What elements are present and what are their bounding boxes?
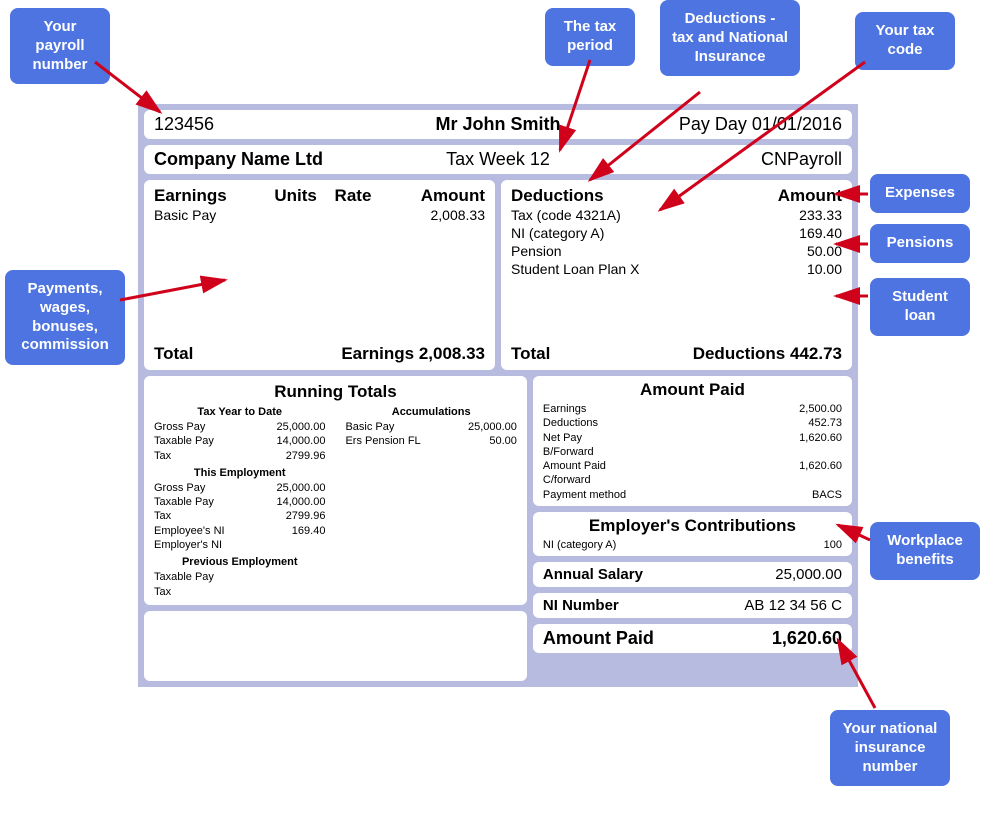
deductions-amount-heading: Amount: [778, 186, 842, 206]
amount-heading: Amount: [395, 186, 485, 206]
earnings-line-label: Basic Pay: [154, 207, 216, 223]
amount-paid-panel: Amount Paid Earnings2,500.00 Deductions4…: [533, 376, 852, 506]
employer-contrib-panel: Employer's Contributions NI (category A)…: [533, 512, 852, 556]
callout-tax-code: Your tax code: [855, 12, 955, 70]
employee-name: Mr John Smith: [436, 114, 561, 135]
callout-tax-period: The tax period: [545, 8, 635, 66]
deductions-total-label: Total: [511, 344, 550, 364]
payroll-software: CNPayroll: [761, 149, 842, 170]
employer-contrib-title: Employer's Contributions: [543, 516, 842, 536]
callout-deductions: Deductions - tax and National Insurance: [660, 0, 800, 76]
earnings-total-label: Total: [154, 344, 193, 364]
callout-pensions: Pensions: [870, 224, 970, 263]
deductions-total-value: Deductions 442.73: [693, 344, 842, 364]
ni-number-row: NI NumberAB 12 34 56 C: [533, 593, 852, 618]
pay-day: Pay Day 01/01/2016: [679, 114, 842, 135]
final-amount-paid-row: Amount Paid1,620.60: [533, 624, 852, 653]
rate-heading: Rate: [335, 186, 395, 206]
payroll-number: 123456: [154, 114, 214, 135]
running-totals-panel: Running Totals Tax Year to Date Gross Pa…: [144, 376, 527, 605]
callout-payroll-number: Your payroll number: [10, 8, 110, 84]
units-heading: Units: [274, 186, 334, 206]
earnings-panel: Earnings Units Rate Amount Basic Pay 2,0…: [144, 180, 495, 370]
deduction-line-ni: NI (category A)169.40: [511, 224, 842, 242]
annual-salary-row: Annual Salary25,000.00: [533, 562, 852, 587]
callout-payments: Payments, wages, bonuses, commission: [5, 270, 125, 365]
callout-expenses: Expenses: [870, 174, 970, 213]
deduction-line-student-loan: Student Loan Plan X10.00: [511, 260, 842, 278]
earnings-line: Basic Pay 2,008.33: [154, 206, 485, 224]
deductions-heading: Deductions: [511, 186, 604, 206]
ytd-title: Tax Year to Date: [154, 406, 325, 418]
earnings-line-amount: 2,008.33: [431, 207, 486, 223]
prev-emp-title: Previous Employment: [154, 556, 325, 568]
deductions-panel: Deductions Amount Tax (code 4321A)233.33…: [501, 180, 852, 370]
header-row-2: Company Name Ltd Tax Week 12 CNPayroll: [144, 145, 852, 174]
callout-ni-number: Your national insurance number: [830, 710, 950, 786]
accum-title: Accumulations: [345, 406, 516, 418]
tax-week: Tax Week 12: [446, 149, 550, 170]
running-totals-title: Running Totals: [154, 382, 517, 402]
deduction-line-pension: Pension50.00: [511, 242, 842, 260]
header-row-1: 123456 Mr John Smith Pay Day 01/01/2016: [144, 110, 852, 139]
amount-paid-title: Amount Paid: [543, 380, 842, 400]
earnings-total-value: Earnings 2,008.33: [341, 344, 485, 364]
deduction-line-tax: Tax (code 4321A)233.33: [511, 206, 842, 224]
company-name: Company Name Ltd: [154, 149, 323, 170]
callout-workplace-benefits: Workplace benefits: [870, 522, 980, 580]
callout-student-loan: Student loan: [870, 278, 970, 336]
this-emp-title: This Employment: [154, 467, 325, 479]
empty-panel: [144, 611, 527, 681]
payslip: 123456 Mr John Smith Pay Day 01/01/2016 …: [138, 104, 858, 687]
earnings-heading: Earnings: [154, 186, 274, 206]
